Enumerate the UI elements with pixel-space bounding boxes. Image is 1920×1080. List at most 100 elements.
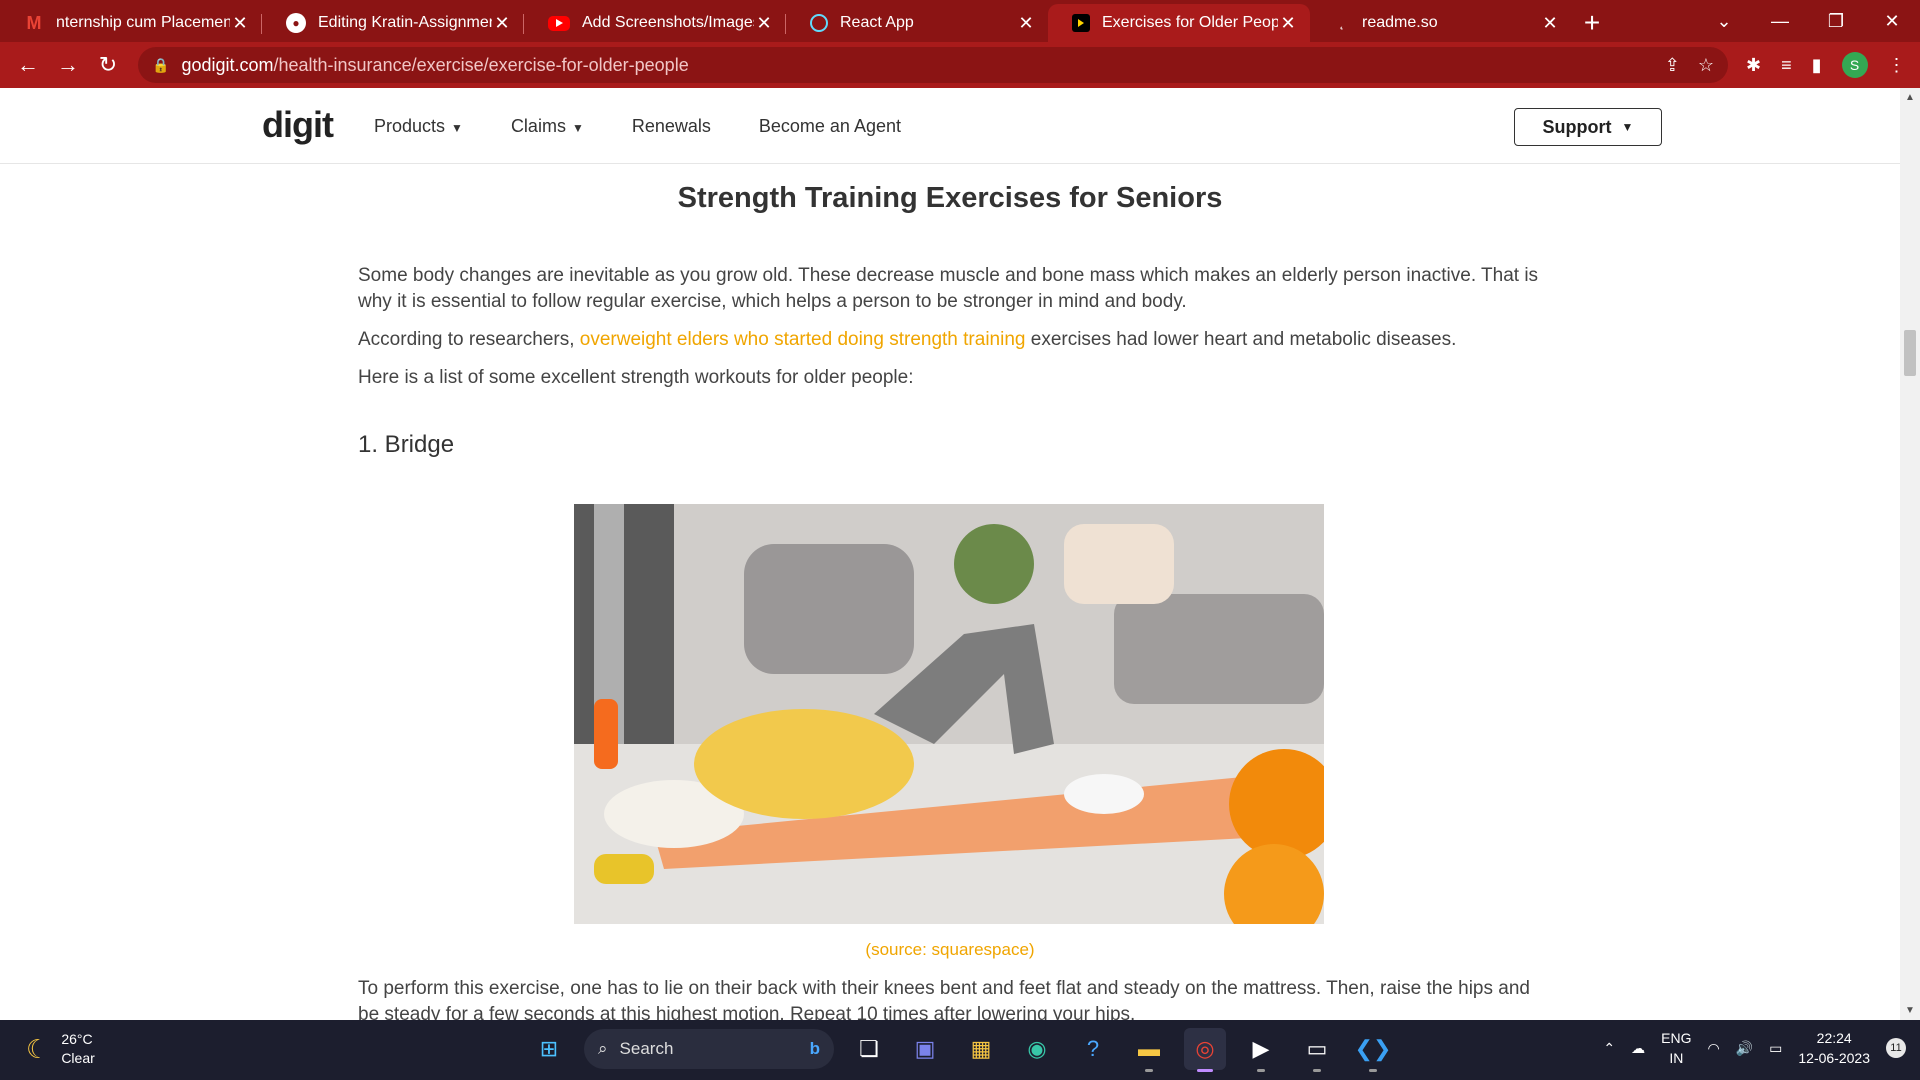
wifi-icon[interactable]: ◠ xyxy=(1707,1040,1719,1057)
back-icon[interactable]: ← xyxy=(8,45,48,85)
readme-icon: ˛ xyxy=(1340,16,1344,30)
minimize-icon[interactable]: — xyxy=(1752,11,1808,32)
side-panel-icon[interactable]: ▮ xyxy=(1812,55,1822,76)
address-bar[interactable]: 🔒 godigit.com /health-insurance/exercise… xyxy=(138,47,1728,83)
site-header: digit Products ▼ Claims ▼ Renewals Become … xyxy=(0,88,1900,164)
terminal-icon[interactable]: ▭ xyxy=(1296,1028,1338,1072)
lock-icon[interactable]: 🔒 xyxy=(152,57,169,74)
get-help-icon[interactable]: ? xyxy=(1072,1028,1114,1070)
paragraph: Here is a list of some excellent strengt… xyxy=(358,367,914,388)
onedrive-icon[interactable]: ☁ xyxy=(1631,1040,1645,1057)
close-icon[interactable]: ✕ xyxy=(1278,13,1298,34)
close-icon[interactable]: ✕ xyxy=(492,13,512,34)
tab-youtube[interactable]: Add Screenshots/Images in ✕ xyxy=(524,4,786,42)
forward-icon[interactable]: → xyxy=(48,45,88,85)
exercise-heading: 1. Bridge xyxy=(358,431,455,458)
task-view-icon[interactable]: ❏ xyxy=(848,1028,890,1070)
paragraph: Some body changes are inevitable as you … xyxy=(358,265,1539,312)
teams-chat-icon[interactable]: ▣ xyxy=(904,1028,946,1070)
article: Strength Training Exercises for Seniors … xyxy=(358,164,1542,459)
chevron-down-icon: ▼ xyxy=(1621,120,1634,134)
main-nav: Products ▼ Claims ▼ Renewals Become an Age… xyxy=(374,116,901,137)
close-icon[interactable]: ✕ xyxy=(1016,13,1036,34)
tab-gmail[interactable]: M nternship cum Placement - ✕ xyxy=(0,4,262,42)
tab-exercises[interactable]: Exercises for Older People: ✕ xyxy=(1048,4,1310,42)
research-link[interactable]: overweight elders who started doing stre… xyxy=(580,329,1026,350)
file-explorer-icon[interactable]: ▬ xyxy=(1128,1028,1170,1072)
new-tab-button[interactable]: + xyxy=(1572,4,1612,42)
store-icon[interactable]: ▦ xyxy=(960,1028,1002,1070)
scrollbar-thumb[interactable] xyxy=(1904,330,1916,376)
language-indicator[interactable]: ENG IN xyxy=(1661,1028,1691,1068)
close-icon[interactable]: ✕ xyxy=(230,13,250,34)
react-icon xyxy=(810,14,828,32)
text: According to researchers, xyxy=(358,329,580,350)
media-control-icon[interactable]: ≡ xyxy=(1781,55,1792,76)
nav-products[interactable]: Products ▼ xyxy=(374,116,463,137)
vscode-icon[interactable]: ❮❯ xyxy=(1352,1028,1394,1072)
close-icon[interactable]: ✕ xyxy=(754,13,774,34)
browser-tab-strip: M nternship cum Placement - ✕ ● Editing … xyxy=(0,0,1920,42)
time: 22:24 xyxy=(1816,1030,1852,1046)
tab-readme[interactable]: ˛ readme.so ✕ xyxy=(1310,4,1572,42)
nav-renewals[interactable]: Renewals xyxy=(632,116,711,137)
date: 12-06-2023 xyxy=(1798,1050,1870,1066)
search-icon: ⌕ xyxy=(598,1039,608,1058)
tab-react-app[interactable]: React App ✕ xyxy=(786,4,1048,42)
lang-top: ENG xyxy=(1661,1030,1692,1046)
bridge-exercise-image xyxy=(574,504,1324,924)
page-viewport: digit Products ▼ Claims ▼ Renewals Become … xyxy=(0,88,1900,1020)
scroll-down-icon[interactable]: ▼ xyxy=(1900,1005,1920,1016)
chevron-down-icon: ▼ xyxy=(571,121,584,135)
system-tray: ⌃ ☁ ENG IN ◠ 🔊 ▭ 22:24 12-06-2023 11 xyxy=(1603,1028,1906,1068)
menu-kebab-icon[interactable]: ⋮ xyxy=(1888,55,1906,76)
edge-icon[interactable]: ◉ xyxy=(1016,1028,1058,1070)
page-scrollbar[interactable]: ▲ ▼ xyxy=(1900,88,1920,1020)
volume-icon[interactable]: 🔊 xyxy=(1736,1040,1753,1057)
search-label: Search xyxy=(619,1039,674,1058)
profile-avatar[interactable]: S xyxy=(1841,52,1868,78)
taskbar-search[interactable]: ⌕ Search b xyxy=(584,1029,834,1069)
tab-title: Add Screenshots/Images in xyxy=(582,14,754,31)
scroll-up-icon[interactable]: ▲ xyxy=(1900,92,1920,103)
bookmark-star-icon[interactable]: ☆ xyxy=(1698,55,1714,76)
image-caption[interactable]: (source: squarespace) xyxy=(0,940,1900,960)
notification-badge[interactable]: 11 xyxy=(1886,1038,1906,1058)
nav-claims[interactable]: Claims ▼ xyxy=(511,116,584,137)
support-button[interactable]: Support ▼ xyxy=(1514,108,1662,146)
taskbar-apps: ⊞ ⌕ Search b ❏ ▣ ▦ ◉ ? ▬ ◎ ▶ ▭ ❮❯ xyxy=(528,1028,1394,1072)
nav-label: Renewals xyxy=(631,116,711,136)
digit-logo[interactable]: digit xyxy=(262,104,334,146)
battery-icon[interactable]: ▭ xyxy=(1769,1040,1782,1057)
gmail-icon: M xyxy=(26,12,42,33)
window-controls: ⌄ — ❐ ✕ xyxy=(1696,0,1920,42)
nav-label: Claims xyxy=(510,116,566,136)
bing-icon: b xyxy=(809,1039,820,1058)
nav-become-agent[interactable]: Become an Agent xyxy=(759,116,901,137)
start-windows-icon[interactable]: ⊞ xyxy=(528,1028,570,1070)
text: exercises had lower heart and metabolic … xyxy=(1025,329,1457,350)
running-indicator xyxy=(1369,1069,1377,1072)
reload-icon[interactable]: ↻ xyxy=(88,45,128,85)
close-window-icon[interactable]: ✕ xyxy=(1864,11,1920,32)
tab-github[interactable]: ● Editing Kratin-Assignment- ✕ xyxy=(262,4,524,42)
extensions-icon[interactable]: ✱ xyxy=(1746,55,1761,76)
clock[interactable]: 22:24 12-06-2023 xyxy=(1798,1028,1870,1068)
weather-widget[interactable]: ☾ 26°C Clear xyxy=(26,1030,95,1068)
github-icon: ● xyxy=(286,13,306,33)
tab-title: readme.so xyxy=(1362,14,1438,31)
chrome-icon[interactable]: ◎ xyxy=(1184,1028,1226,1072)
chevron-up-icon[interactable]: ⌃ xyxy=(1603,1040,1615,1057)
close-icon[interactable]: ✕ xyxy=(1540,13,1560,34)
support-label: Support xyxy=(1542,116,1612,137)
tab-title: Editing Kratin-Assignment- xyxy=(318,14,492,31)
tab-search-icon[interactable]: ⌄ xyxy=(1696,11,1752,32)
digit-icon xyxy=(1072,14,1090,32)
moon-icon: ☾ xyxy=(26,1033,50,1064)
share-icon[interactable]: ⇪ xyxy=(1665,55,1680,76)
media-player-icon[interactable]: ▶ xyxy=(1240,1028,1282,1072)
tab-title: Exercises for Older People: xyxy=(1102,14,1278,31)
restore-icon[interactable]: ❐ xyxy=(1808,11,1864,32)
tab-title: React App xyxy=(840,14,914,31)
browser-toolbar: ← → ↻ 🔒 godigit.com /health-insurance/ex… xyxy=(0,42,1920,88)
